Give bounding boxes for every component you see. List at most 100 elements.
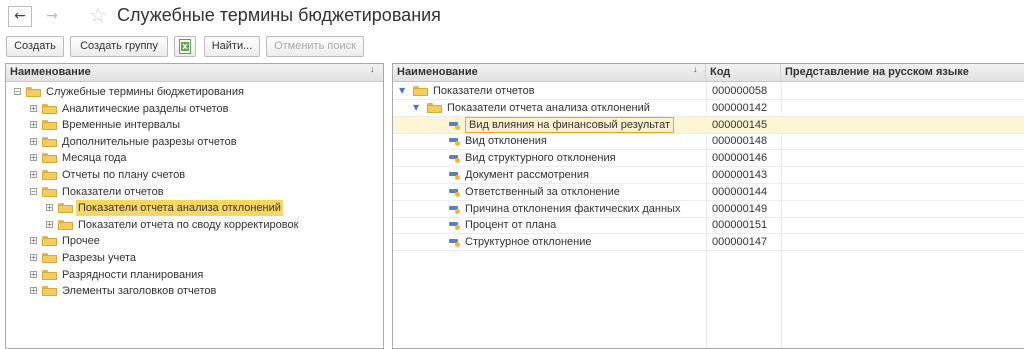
row-name-cell: Показатели отчетов [433, 85, 535, 97]
tree-item[interactable]: + Показатели отчета анализа отклонений [6, 200, 383, 217]
command-bar: Создать Создать группу Найти... Отменить… [0, 36, 1024, 58]
row-code-cell: 000000145 [712, 118, 768, 131]
page-title: Служебные термины бюджетирования [117, 5, 441, 25]
tree-item[interactable]: − Служебные термины бюджетирования [6, 84, 383, 100]
expand-icon[interactable]: + [46, 220, 53, 228]
expand-icon[interactable]: + [30, 287, 37, 295]
row-name-cell: Процент от плана [465, 219, 557, 232]
tree-item-label: Аналитические разделы отчетов [62, 102, 229, 115]
tree-item[interactable]: + Месяца года [6, 150, 383, 166]
folder-icon [26, 87, 41, 97]
collapse-icon[interactable]: − [14, 88, 21, 96]
expand-icon[interactable]: + [30, 121, 37, 129]
favorite-star-icon[interactable]: ☆ [89, 3, 107, 27]
row-name-cell: Вид структурного отклонения [465, 152, 616, 165]
name-column-header[interactable]: Наименование [393, 64, 706, 81]
row-code-cell: 000000142 [712, 101, 768, 114]
tree-item-label: Отчеты по плану счетов [62, 169, 186, 181]
row-name-cell: Вид отклонения [465, 135, 547, 148]
catalog-item-icon [449, 154, 461, 164]
tree-item[interactable]: + Временные интервалы [6, 117, 383, 133]
folder-icon [58, 203, 73, 214]
create-group-button[interactable]: Создать группу [70, 36, 168, 57]
expand-icon[interactable]: + [30, 104, 37, 112]
expand-icon[interactable]: + [30, 254, 37, 262]
folder-icon [42, 186, 57, 197]
tree-item-label: Показатели отчета анализа отклонений [76, 200, 283, 217]
row-name-cell: Ответственный за отклонение [465, 185, 620, 198]
find-button[interactable]: Найти... [204, 36, 260, 57]
title-bar: ← → ☆ Служебные термины бюджетирования [0, 0, 1024, 34]
catalog-item-icon [449, 205, 461, 214]
expand-icon[interactable]: + [30, 237, 37, 245]
tree-item[interactable]: + Отчеты по плану счетов [6, 167, 383, 183]
tree-item[interactable]: + Разрядности планирования [6, 267, 383, 283]
tree-item-label: Служебные термины бюджетирования [46, 86, 244, 98]
spreadsheet-icon [179, 39, 191, 54]
row-name-cell: Показатели отчета анализа отклонений [447, 101, 650, 114]
table-row[interactable]: Вид влияния на финансовый результат 00000… [393, 116, 1024, 134]
table-row[interactable]: Вид структурного отклонения 000000146 [393, 150, 1024, 168]
collapse-icon[interactable]: ▼ [413, 100, 419, 116]
arrow-right-icon: → [46, 8, 58, 24]
tree-item-label: Временные интервалы [62, 119, 181, 132]
catalog-item-icon [449, 137, 461, 147]
table-row[interactable]: ▼ Показатели отчетов 000000058 [393, 83, 1024, 100]
folder-icon [42, 103, 57, 114]
tree-item-label: Разрядности планирования [62, 268, 204, 281]
russian-column-header[interactable]: Представление на русском языке [781, 64, 1024, 81]
folder-icon [42, 236, 57, 247]
catalog-item-icon [449, 188, 461, 197]
row-code-cell: 000000147 [712, 236, 768, 249]
tree-item[interactable]: + Дополнительные разрезы отчетов [6, 134, 383, 150]
tree-item-label: Элементы заголовков отчетов [62, 285, 217, 298]
folder-icon [42, 269, 57, 280]
folder-icon [42, 153, 57, 164]
folder-icon [42, 286, 57, 297]
tree-item-label: Показатели отчета по своду корректировок [78, 218, 299, 231]
cancel-search-button[interactable]: Отменить поиск [266, 36, 364, 57]
tree-item-label: Месяца года [62, 152, 127, 165]
row-code-cell: 000000151 [712, 219, 768, 232]
tree-item[interactable]: − Показатели отчетов [6, 184, 383, 200]
expand-icon[interactable]: + [30, 137, 37, 145]
collapse-icon[interactable]: − [30, 187, 37, 195]
row-code-cell: 000000148 [712, 135, 768, 148]
items-list[interactable]: Наименование ↓ Код Представление на русс… [392, 63, 1024, 349]
expand-icon[interactable]: + [30, 171, 37, 179]
table-row[interactable]: Процент от плана 000000151 [393, 217, 1024, 235]
folder-icon [58, 219, 73, 230]
expand-icon[interactable]: + [30, 270, 37, 278]
folder-icon [427, 102, 442, 113]
table-row[interactable]: Структурное отклонение 000000147 [393, 234, 1024, 252]
expand-icon[interactable]: + [46, 204, 53, 212]
table-row[interactable]: Вид отклонения 000000148 [393, 133, 1024, 151]
groups-tree[interactable]: Наименование ↓ − Служебные термины бюджет… [5, 63, 384, 349]
expand-icon[interactable]: + [30, 154, 37, 162]
create-button[interactable]: Создать [6, 36, 64, 57]
row-code-cell: 000000058 [712, 85, 768, 97]
row-name-cell: Структурное отклонение [465, 236, 592, 249]
table-row[interactable]: Причина отклонения фактических данных 000… [393, 201, 1024, 218]
folder-icon [413, 86, 428, 96]
folder-icon [42, 120, 57, 131]
table-row[interactable]: Ответственный за отклонение 000000144 [393, 184, 1024, 201]
back-button[interactable]: ← [8, 6, 32, 27]
tree-item[interactable]: + Элементы заголовков отчетов [6, 283, 383, 299]
row-code-cell: 000000143 [712, 169, 768, 181]
tree-item[interactable]: + Разрезы учета [6, 250, 383, 266]
catalog-item-icon [449, 171, 461, 180]
table-row[interactable]: ▼ Показатели отчета анализа отклонений 000… [393, 100, 1024, 117]
arrow-left-icon: ← [14, 8, 26, 24]
tree-item[interactable]: + Прочее [6, 233, 383, 249]
tree-item[interactable]: + Показатели отчета по своду корректирово… [6, 217, 383, 233]
tree-item[interactable]: + Аналитические разделы отчетов [6, 101, 383, 117]
collapse-icon[interactable]: ▼ [399, 83, 405, 99]
forward-button[interactable]: → [40, 6, 64, 27]
export-button[interactable] [174, 36, 196, 57]
folder-icon [42, 253, 57, 263]
name-column-header[interactable]: Наименование [6, 64, 383, 81]
code-column-header[interactable]: Код [706, 64, 781, 81]
row-name-cell: Документ рассмотрения [465, 169, 589, 181]
table-row[interactable]: Документ рассмотрения 000000143 [393, 167, 1024, 184]
